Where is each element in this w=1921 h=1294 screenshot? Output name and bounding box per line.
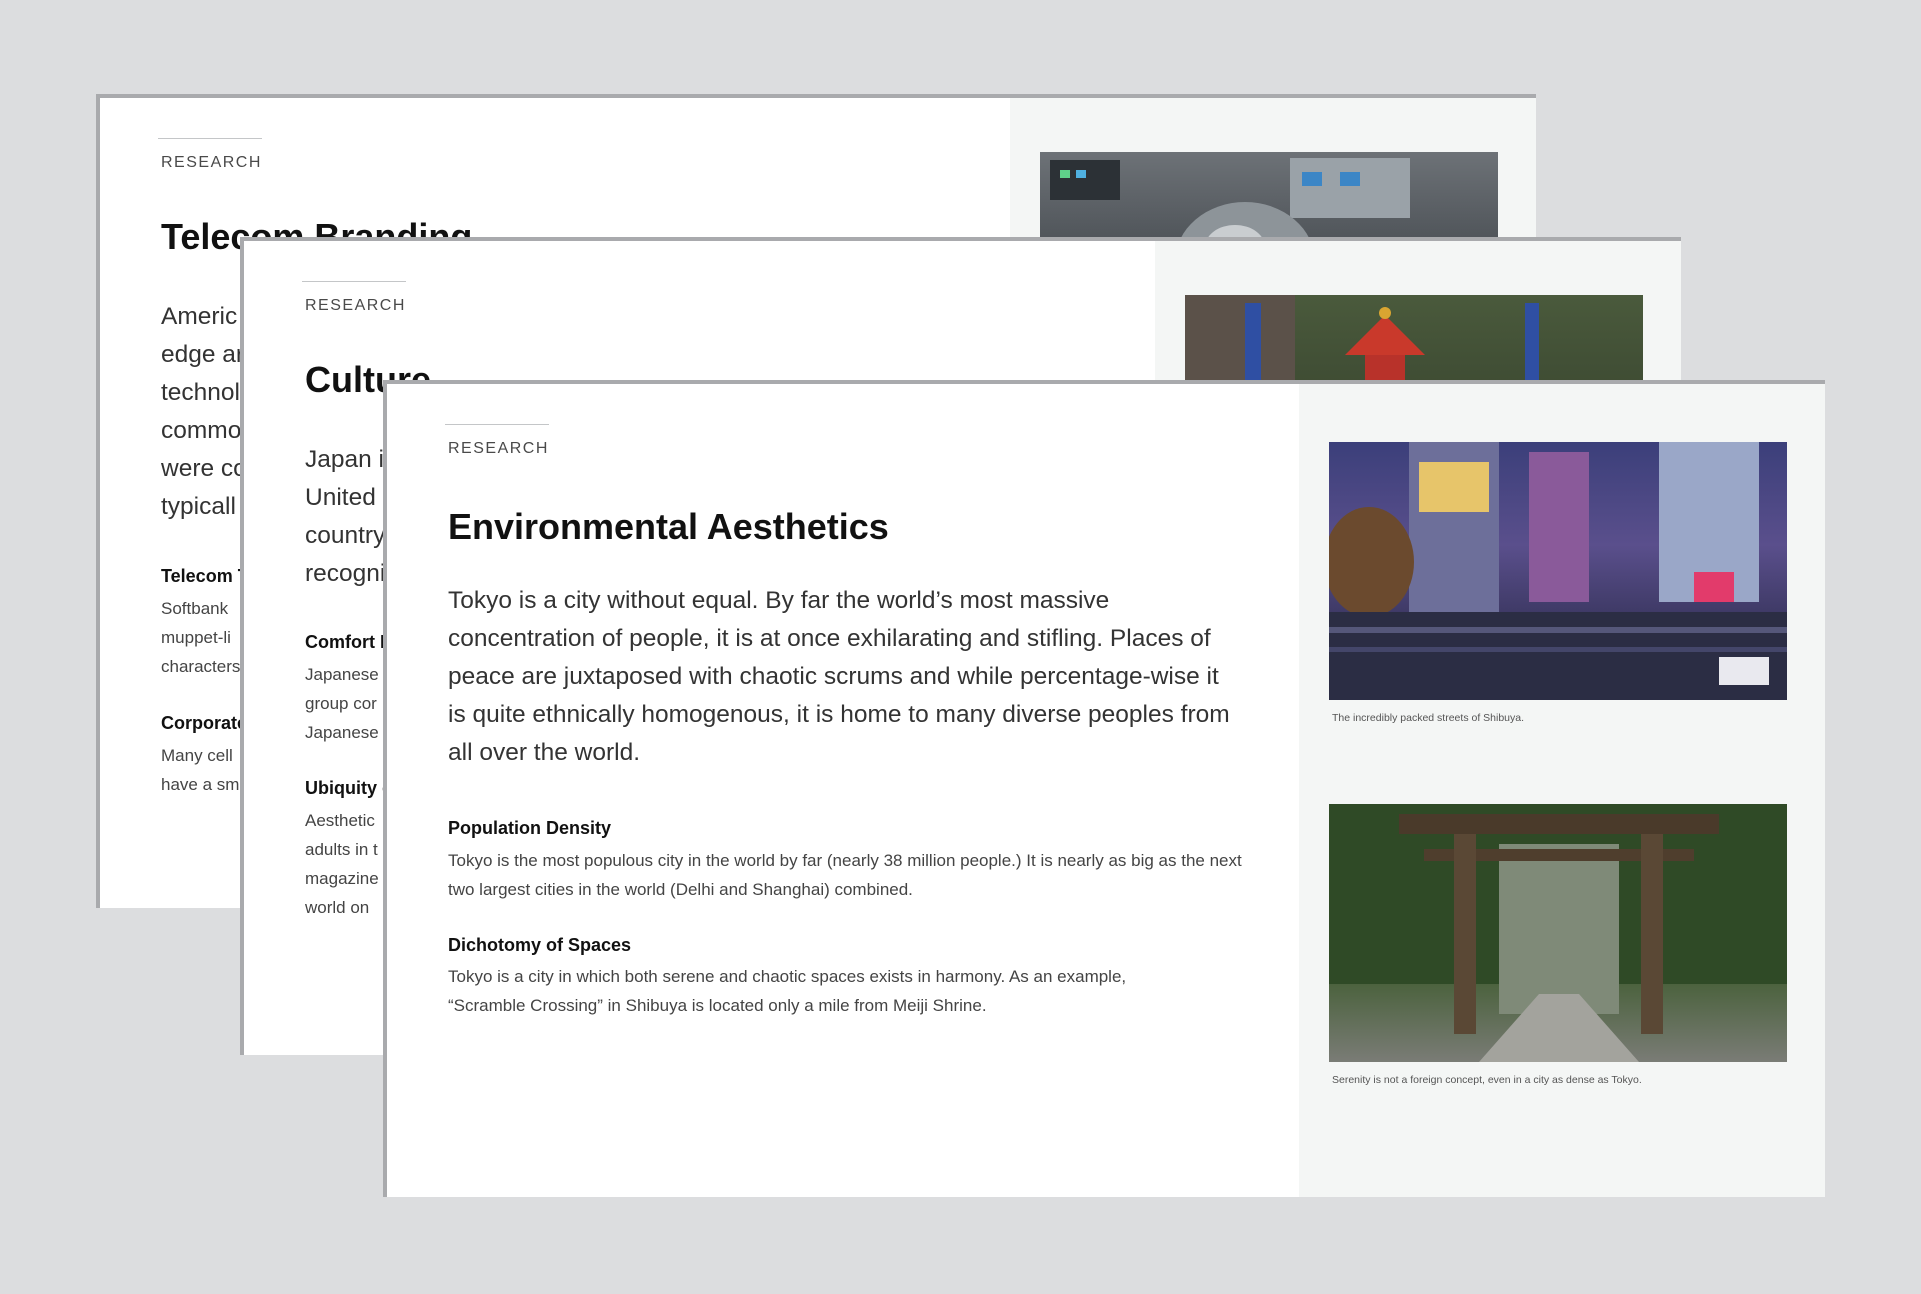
page: { "slides": { "back": { "eyebrow": "RESE… [0, 0, 1921, 1294]
section-body: Tokyo is the most populous city in the w… [448, 851, 1242, 899]
photo-shibuya-crossing [1329, 442, 1787, 700]
lead-line: were co [161, 455, 247, 482]
section-heading: Comfort L [305, 632, 391, 652]
photo-caption: Serenity is not a foreign concept, even … [1332, 1074, 1642, 1086]
photo-caption: The incredibly packed streets of Shibuya… [1332, 712, 1525, 724]
slide-environmental-aesthetics: The incredibly packed streets of Shibuya… [383, 380, 1825, 1197]
slide-sidebar: The incredibly packed streets of Shibuya… [1299, 384, 1825, 1197]
section-line: Many cell [161, 746, 233, 765]
section-body: Japanese group cor Japanese [305, 660, 395, 747]
section-body: Many cell have a sm [161, 741, 251, 799]
lead-line: recogni [305, 560, 386, 587]
section-line: Japanese [305, 723, 379, 742]
lead-line: technol [161, 379, 241, 406]
lead-line: Americ [161, 303, 238, 330]
section-heading: Dichotomy of Spaces [448, 935, 632, 955]
eyebrow-rule [158, 138, 262, 139]
eyebrow-rule [302, 281, 406, 282]
lead-line: Japan i [305, 446, 385, 473]
eyebrow-label: RESEARCH [448, 440, 549, 457]
lead-line: typicall [161, 493, 236, 520]
photo-meiji-torii [1329, 804, 1787, 1062]
section-line: Japanese [305, 665, 379, 684]
slide-title: Environmental Aesthetics [448, 506, 889, 547]
section-line: Aesthetic [305, 811, 375, 830]
section-heading: Ubiquity o [305, 778, 393, 798]
eyebrow-rule [445, 424, 549, 425]
lead-line: country [305, 522, 386, 549]
section-line: group cor [305, 694, 377, 713]
lead-line: commo [161, 417, 242, 444]
section-line: characters [161, 657, 241, 676]
slide-lead: Japan i United country recogni [305, 441, 395, 593]
slide-lead: Americ edge ar technol commo were co typ… [161, 298, 251, 526]
section-body: Aesthetic adults in t magazine world on [305, 806, 395, 922]
slide-lead: Tokyo is a city without equal. By far th… [448, 587, 1230, 766]
section-line: muppet-li [161, 628, 231, 647]
section-body: Softbank muppet-li characters [161, 594, 251, 681]
lead-line: edge ar [161, 341, 245, 368]
section-line: magazine [305, 869, 379, 888]
section-heading: Population Density [448, 818, 612, 838]
section-line: have a sm [161, 775, 240, 794]
eyebrow-label: RESEARCH [161, 154, 262, 171]
eyebrow-label: RESEARCH [305, 297, 406, 314]
section-heading: Corporate [161, 713, 248, 733]
section-line: Softbank [161, 599, 229, 618]
section-body: Tokyo is a city in which both serene and… [448, 967, 1127, 1015]
lead-line: United [305, 484, 376, 511]
section-line: adults in t [305, 840, 378, 859]
section-heading: Telecom T [161, 566, 249, 586]
section-line: world on [305, 898, 370, 917]
